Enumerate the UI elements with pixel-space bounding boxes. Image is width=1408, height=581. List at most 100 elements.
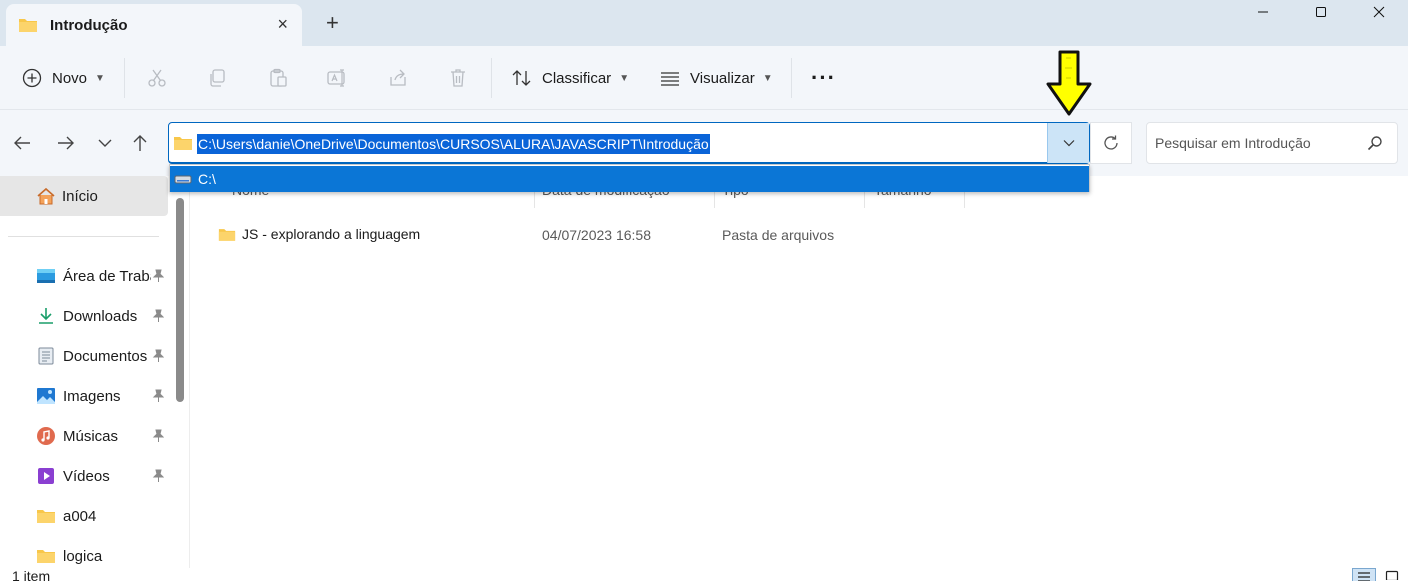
pin-icon[interactable]	[152, 269, 164, 283]
sidebar-item-label: Área de Trabalho	[63, 267, 151, 285]
sidebar-item-home[interactable]: Início	[0, 176, 168, 216]
chevron-down-icon	[98, 139, 112, 147]
sidebar-item-label: logica	[63, 547, 103, 565]
tab-introducao[interactable]: Introdução ×	[6, 4, 302, 46]
more-options-button[interactable]: ···	[811, 46, 836, 110]
tab-title: Introdução	[50, 16, 128, 34]
chevron-down-icon: ▼	[619, 72, 630, 84]
home-icon	[37, 187, 55, 205]
annotation-arrow-down-icon	[1046, 50, 1092, 116]
divider	[8, 236, 159, 237]
title-bar: Introdução × +	[0, 0, 1408, 46]
search-input[interactable]	[1155, 133, 1355, 153]
sidebar-item-label: Imagens	[63, 387, 121, 405]
sidebar-item-label: Documentos	[63, 347, 148, 365]
sidebar-item-desktop[interactable]: Área de Trabalho	[36, 256, 170, 296]
details-view-button[interactable]	[1352, 568, 1376, 581]
sidebar-item-documents[interactable]: Documentos	[36, 336, 170, 376]
details-view-icon	[1358, 572, 1370, 581]
item-count: 1 item	[12, 568, 51, 581]
sidebar-item-music[interactable]: Músicas	[36, 416, 170, 456]
arrow-up-icon	[133, 135, 147, 151]
arrow-right-icon	[58, 136, 74, 150]
arrow-left-icon	[14, 136, 30, 150]
share-icon	[390, 69, 406, 86]
tiles-view-icon	[1385, 570, 1399, 580]
chevron-down-icon: ▼	[762, 72, 773, 84]
forward-button[interactable]	[54, 132, 78, 154]
rename-button[interactable]	[327, 46, 349, 110]
file-type: Pasta de arquivos	[722, 227, 835, 243]
navigation-pane: Início Área de Trabalho Downloads Docume…	[0, 176, 170, 568]
drive-icon	[174, 175, 192, 184]
new-button[interactable]: Novo ▼	[22, 46, 105, 110]
new-tab-button[interactable]: +	[326, 12, 339, 34]
pin-icon[interactable]	[152, 469, 164, 483]
separator	[124, 58, 125, 98]
sidebar-item-label: Downloads	[63, 307, 138, 325]
command-bar: Novo ▼ Classificar ▼ Visualizar ▼ ···	[0, 46, 1408, 110]
rename-icon	[327, 69, 345, 87]
view-label: Visualizar	[690, 69, 755, 87]
new-label: Novo	[52, 69, 88, 87]
share-button[interactable]	[388, 46, 408, 110]
copy-button[interactable]	[207, 46, 227, 110]
sidebar-item-label: Músicas	[63, 427, 119, 445]
search-icon[interactable]	[1367, 135, 1383, 151]
refresh-icon	[1104, 135, 1118, 150]
chevron-down-icon	[1063, 140, 1074, 147]
folder-icon	[174, 137, 192, 150]
suggestion-item[interactable]: C:\	[170, 166, 1089, 192]
file-modified: 04/07/2023 16:58	[542, 227, 651, 243]
minimize-button[interactable]	[1240, 0, 1286, 24]
maximize-button[interactable]	[1298, 0, 1344, 24]
music-icon	[36, 427, 56, 445]
sidebar-item-pictures[interactable]: Imagens	[36, 376, 170, 416]
separator	[491, 58, 492, 98]
paste-button[interactable]	[268, 46, 288, 110]
status-bar: 1 item	[0, 568, 1408, 581]
download-icon	[36, 307, 56, 325]
pin-icon[interactable]	[152, 349, 164, 363]
file-name: JS - explorando a linguagem	[242, 226, 421, 242]
sort-button[interactable]: Classificar ▼	[511, 46, 629, 110]
sidebar-item-videos[interactable]: Vídeos	[36, 456, 170, 496]
sort-label: Classificar	[542, 69, 612, 87]
up-button[interactable]	[128, 132, 152, 154]
pin-icon[interactable]	[152, 309, 164, 323]
address-dropdown-button[interactable]	[1047, 123, 1089, 163]
refresh-button[interactable]	[1090, 122, 1132, 164]
separator	[791, 58, 792, 98]
view-button[interactable]: Visualizar ▼	[660, 46, 773, 110]
plus-circle-icon	[22, 68, 42, 88]
trash-icon	[451, 69, 465, 87]
pin-icon[interactable]	[152, 389, 164, 403]
folder-icon	[36, 507, 56, 525]
suggestion-label: C:\	[198, 171, 216, 187]
sidebar-scrollbar-thumb[interactable]	[176, 198, 184, 402]
sidebar-home-label: Início	[62, 187, 98, 205]
delete-button[interactable]	[448, 46, 468, 110]
view-lines-icon	[661, 72, 679, 86]
search-box[interactable]	[1146, 122, 1398, 164]
videos-icon	[36, 467, 56, 485]
folder-icon	[19, 19, 37, 32]
copy-icon	[210, 69, 225, 87]
close-window-button[interactable]	[1356, 0, 1402, 24]
sidebar-item-downloads[interactable]: Downloads	[36, 296, 170, 336]
paste-icon	[270, 68, 287, 87]
folder-icon	[218, 228, 236, 241]
tiles-view-button[interactable]	[1380, 568, 1404, 581]
sidebar-item-a004[interactable]: a004	[36, 496, 170, 536]
sort-icon	[512, 70, 531, 86]
back-button[interactable]	[10, 132, 34, 154]
address-path-input[interactable]: C:\Users\danie\OneDrive\Documentos\CURSO…	[197, 134, 710, 154]
sidebar-item-label: a004	[63, 507, 97, 525]
pin-icon[interactable]	[152, 429, 164, 443]
desktop-icon	[36, 267, 56, 285]
close-tab-icon[interactable]: ×	[277, 14, 288, 34]
recent-locations-button[interactable]	[93, 132, 117, 154]
table-row[interactable]: JS - explorando a linguagem 04/07/2023 1…	[190, 222, 1400, 248]
cut-button[interactable]	[147, 46, 167, 110]
address-bar[interactable]: C:\Users\danie\OneDrive\Documentos\CURSO…	[168, 122, 1090, 164]
